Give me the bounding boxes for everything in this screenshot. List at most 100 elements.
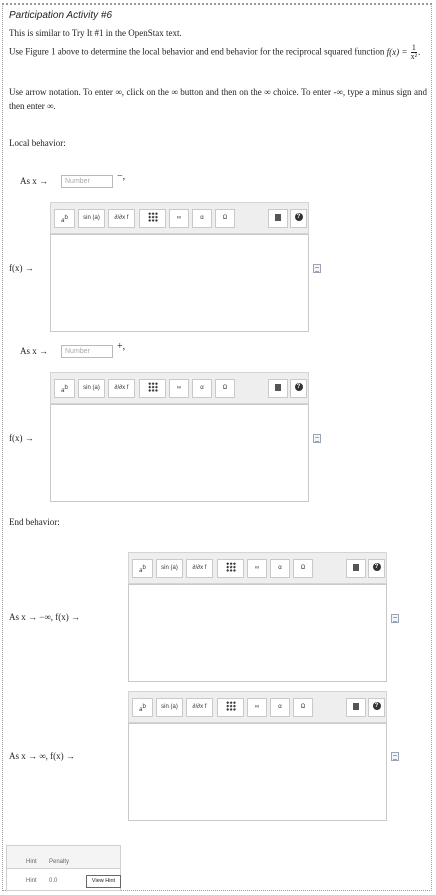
end-behavior-heading: End behavior:: [9, 517, 60, 527]
function-fraction: 1 x²: [410, 44, 418, 61]
superscript-icon: ab: [61, 385, 68, 394]
omega-button[interactable]: Ω: [215, 209, 235, 228]
editor-toolbar: ab sin (a) ∂/∂x f ∞ α Ω ?: [50, 202, 309, 234]
local-behavior-heading: Local behavior:: [9, 138, 66, 148]
document-icon[interactable]: [313, 434, 321, 443]
infinity-button[interactable]: ∞: [247, 698, 267, 717]
matrix-icon: [147, 382, 158, 393]
trash-icon: [275, 383, 281, 391]
local-suffix-2: +,: [117, 341, 126, 352]
local-as-label-1: As x →: [20, 176, 49, 186]
alpha-button[interactable]: α: [192, 209, 212, 228]
view-hint-button[interactable]: View Hint: [86, 875, 121, 888]
matrix-button[interactable]: [217, 698, 244, 717]
omega-icon: Ω: [222, 385, 228, 391]
infinity-button[interactable]: ∞: [169, 209, 189, 228]
end-label-2: As x → ∞, f(x) →: [9, 751, 75, 761]
hint-table: Hint Penalty Hint 0.0 View Hint: [6, 845, 121, 891]
matrix-icon: [225, 562, 236, 573]
derivative-button[interactable]: ∂/∂x f: [108, 379, 135, 398]
omega-button[interactable]: Ω: [293, 559, 313, 578]
sin-button[interactable]: sin (a): [156, 559, 183, 578]
trash-icon: [353, 563, 359, 571]
local-as-label-2: As x →: [20, 346, 49, 356]
math-input-area[interactable]: [50, 404, 309, 502]
function-label: f(x) =: [386, 46, 408, 57]
clear-button[interactable]: [346, 559, 366, 578]
infinity-button[interactable]: ∞: [247, 559, 267, 578]
derivative-button[interactable]: ∂/∂x f: [186, 698, 213, 717]
superscript-icon: ab: [139, 704, 146, 713]
document-icon[interactable]: [391, 614, 399, 623]
help-button[interactable]: ?: [290, 209, 307, 228]
editor-toolbar: ab sin (a) ∂/∂x f ∞ α Ω ?: [50, 372, 309, 404]
local-fx-label-1: f(x) →: [9, 263, 34, 273]
infinity-icon: ∞: [176, 385, 182, 391]
derivative-icon: ∂/∂x f: [114, 215, 129, 221]
math-input-area[interactable]: [128, 584, 387, 682]
alpha-icon: α: [278, 565, 282, 571]
alpha-button[interactable]: α: [270, 559, 290, 578]
derivative-button[interactable]: ∂/∂x f: [186, 559, 213, 578]
hint-header: Hint: [26, 859, 37, 865]
arrow-notation-text: Use arrow notation. To enter ∞, click on…: [9, 87, 427, 111]
matrix-button[interactable]: [217, 559, 244, 578]
hint-table-header: [7, 846, 120, 869]
math-input-area[interactable]: [128, 723, 387, 821]
infinity-button[interactable]: ∞: [169, 379, 189, 398]
help-icon: ?: [372, 563, 381, 572]
derivative-button[interactable]: ∂/∂x f: [108, 209, 135, 228]
alpha-icon: α: [200, 215, 204, 221]
derivative-icon: ∂/∂x f: [114, 385, 129, 391]
superscript-button[interactable]: ab: [132, 559, 153, 578]
sin-button[interactable]: sin (a): [156, 698, 183, 717]
sin-icon: sin (a): [161, 565, 178, 571]
derivative-icon: ∂/∂x f: [192, 565, 207, 571]
superscript-icon: ab: [139, 565, 146, 574]
superscript-button[interactable]: ab: [132, 698, 153, 717]
superscript-icon: ab: [61, 215, 68, 224]
alpha-icon: α: [278, 704, 282, 710]
clear-button[interactable]: [268, 209, 288, 228]
help-icon: ?: [294, 213, 303, 222]
superscript-button[interactable]: ab: [54, 379, 75, 398]
omega-button[interactable]: Ω: [293, 698, 313, 717]
infinity-icon: ∞: [254, 704, 260, 710]
trash-icon: [275, 213, 281, 221]
clear-button[interactable]: [346, 698, 366, 717]
help-button[interactable]: ?: [368, 559, 385, 578]
penalty-cell: 0.0: [49, 878, 58, 884]
local-fx-label-2: f(x) →: [9, 433, 34, 443]
help-icon: ?: [372, 702, 381, 711]
end-label-1: As x → −∞, f(x) →: [9, 612, 80, 622]
infinity-icon: ∞: [254, 565, 260, 571]
derivative-icon: ∂/∂x f: [192, 704, 207, 710]
fraction-denominator: x²: [410, 52, 418, 61]
document-icon[interactable]: [313, 264, 321, 273]
document-icon[interactable]: [391, 752, 399, 761]
omega-button[interactable]: Ω: [215, 379, 235, 398]
clear-button[interactable]: [268, 379, 288, 398]
help-icon: ?: [294, 383, 303, 392]
sin-button[interactable]: sin (a): [78, 379, 105, 398]
local-number-input-2[interactable]: Number: [61, 345, 113, 358]
matrix-button[interactable]: [139, 209, 166, 228]
omega-icon: Ω: [300, 704, 306, 710]
sin-icon: sin (a): [83, 385, 100, 391]
function-expression: f(x) = 1 x² .: [386, 43, 421, 61]
activity-title: Participation Activity #6: [9, 10, 113, 21]
alpha-button[interactable]: α: [192, 379, 212, 398]
math-input-area[interactable]: [50, 234, 309, 332]
sin-icon: sin (a): [161, 704, 178, 710]
local-number-input-1[interactable]: Number: [61, 175, 113, 188]
alpha-button[interactable]: α: [270, 698, 290, 717]
sin-button[interactable]: sin (a): [78, 209, 105, 228]
help-button[interactable]: ?: [368, 698, 385, 717]
superscript-button[interactable]: ab: [54, 209, 75, 228]
omega-icon: Ω: [222, 215, 228, 221]
matrix-button[interactable]: [139, 379, 166, 398]
matrix-icon: [225, 701, 236, 712]
help-button[interactable]: ?: [290, 379, 307, 398]
matrix-icon: [147, 212, 158, 223]
infinity-icon: ∞: [176, 215, 182, 221]
